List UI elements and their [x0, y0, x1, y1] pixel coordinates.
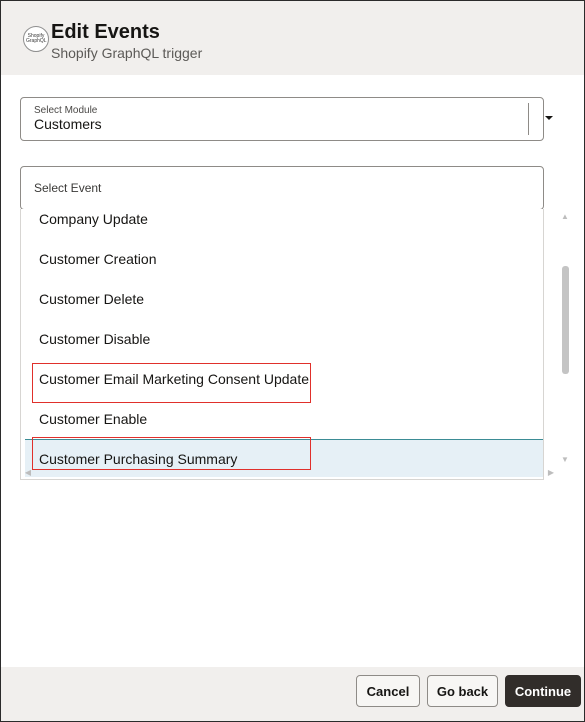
shopify-graphql-logo-icon: Shopify GraphQL	[23, 26, 49, 52]
list-item-label: Customer Disable	[39, 331, 151, 347]
list-item[interactable]: Customer Disable	[21, 320, 543, 358]
list-item[interactable]: Customer Delete	[21, 280, 543, 318]
list-item-label: Company Update	[39, 211, 148, 227]
page-title: Edit Events	[51, 21, 160, 43]
vertical-scrollbar-thumb[interactable]	[562, 266, 569, 374]
continue-button[interactable]: Continue	[505, 675, 581, 707]
annotation-highlight-box	[32, 363, 311, 403]
select-event-input[interactable]: Select Event	[20, 166, 544, 210]
logo-text: Shopify GraphQL	[26, 33, 47, 44]
scroll-up-arrow-icon[interactable]: ▲	[561, 213, 569, 221]
scroll-down-arrow-icon[interactable]: ▼	[561, 456, 569, 464]
select-module-dropdown[interactable]: Select Module Customers	[20, 97, 553, 141]
annotation-highlight-box	[32, 437, 311, 470]
select-event-placeholder: Select Event	[34, 181, 102, 195]
list-item[interactable]: Customer Enable	[21, 400, 543, 438]
list-item[interactable]: Company Update	[21, 209, 543, 238]
scroll-right-arrow-icon[interactable]: ▶	[547, 469, 555, 477]
scroll-left-arrow-icon[interactable]: ◀	[24, 469, 32, 477]
go-back-button[interactable]: Go back	[427, 675, 498, 707]
list-item-label: Customer Delete	[39, 291, 145, 307]
chevron-down-icon[interactable]	[541, 110, 557, 126]
page-subtitle: Shopify GraphQL trigger	[51, 45, 203, 61]
list-item-label: Customer Enable	[39, 411, 148, 427]
edit-events-dialog: Shopify GraphQL Edit Events Shopify Grap…	[0, 0, 585, 722]
list-item-label: Customer Creation	[39, 251, 157, 267]
list-item[interactable]: Customer Creation	[21, 240, 543, 278]
select-module-value: Customers	[34, 116, 102, 132]
cancel-button[interactable]: Cancel	[356, 675, 420, 707]
dialog-header: Shopify GraphQL Edit Events Shopify Grap…	[1, 1, 584, 75]
dropdown-divider	[528, 103, 529, 135]
